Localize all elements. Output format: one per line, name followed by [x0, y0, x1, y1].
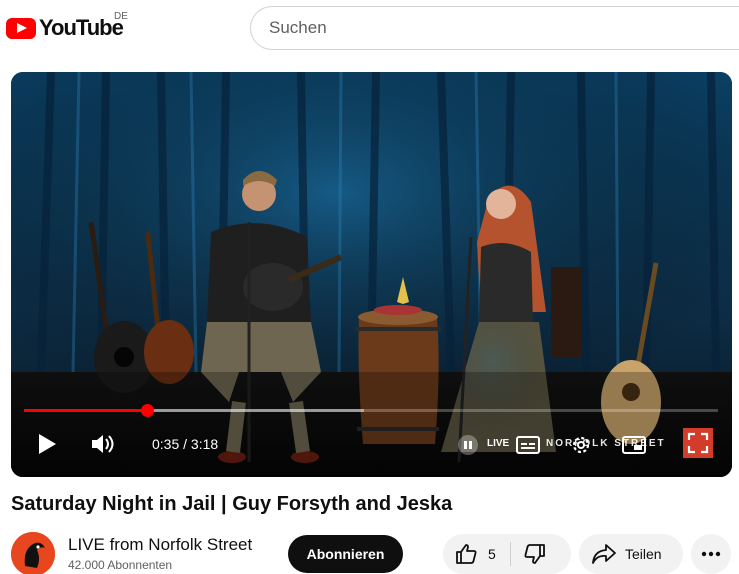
youtube-play-logo-icon — [6, 17, 36, 39]
channel-watermark: NORFOLK STREET — [546, 438, 666, 449]
autoplay-toggle[interactable] — [458, 435, 478, 455]
video-player[interactable]: 0:35 / 3:18 LIVE NORFOLK STREET — [11, 72, 732, 477]
live-watermark-label: LIVE — [487, 438, 510, 449]
video-title: Saturday Night in Jail | Guy Forsyth and… — [11, 493, 453, 515]
volume-button[interactable] — [90, 432, 118, 456]
like-count: 5 — [488, 546, 496, 562]
live-watermark: LIVE — [487, 438, 509, 449]
subscribe-button[interactable]: Abonnieren — [288, 535, 403, 573]
miniplayer-button[interactable] — [621, 433, 647, 457]
dislike-button[interactable] — [511, 542, 547, 566]
fullscreen-icon — [687, 432, 709, 454]
fullscreen-button[interactable] — [683, 428, 713, 458]
play-icon — [39, 434, 56, 454]
pause-icon — [464, 441, 472, 449]
share-icon — [592, 544, 616, 564]
region-code: DE — [114, 11, 128, 22]
channel-logo-icon — [11, 532, 55, 574]
like-button[interactable]: 5 — [443, 542, 511, 566]
channel-name[interactable]: LIVE from Norfolk Street — [68, 535, 252, 555]
subtitles-button[interactable] — [515, 433, 541, 457]
progress-bar[interactable] — [24, 404, 718, 417]
youtube-logo[interactable]: YouTube — [6, 12, 124, 44]
channel-avatar[interactable] — [11, 532, 55, 574]
volume-icon — [92, 435, 114, 453]
miniplayer-icon — [622, 436, 646, 454]
more-horizontal-icon — [701, 551, 721, 557]
search-input[interactable] — [269, 18, 739, 38]
settings-button[interactable] — [569, 433, 593, 457]
thumbs-down-icon — [524, 544, 545, 564]
logo-text: YouTube — [39, 15, 124, 40]
video-frame — [11, 72, 732, 477]
scrubber-handle[interactable] — [141, 404, 154, 417]
search-box[interactable] — [250, 6, 739, 50]
subtitles-icon — [516, 436, 540, 454]
subscriber-count: 42.000 Abonnenten — [68, 558, 173, 572]
like-dislike-group: 5 — [443, 534, 571, 574]
share-label: Teilen — [625, 546, 662, 562]
more-actions-button[interactable] — [691, 534, 731, 574]
settings-icon — [572, 436, 590, 454]
share-button[interactable]: Teilen — [579, 534, 683, 574]
thumbs-up-icon — [456, 544, 477, 564]
play-button[interactable] — [35, 432, 59, 456]
time-display: 0:35 / 3:18 — [152, 436, 219, 452]
played-bar — [24, 409, 147, 412]
